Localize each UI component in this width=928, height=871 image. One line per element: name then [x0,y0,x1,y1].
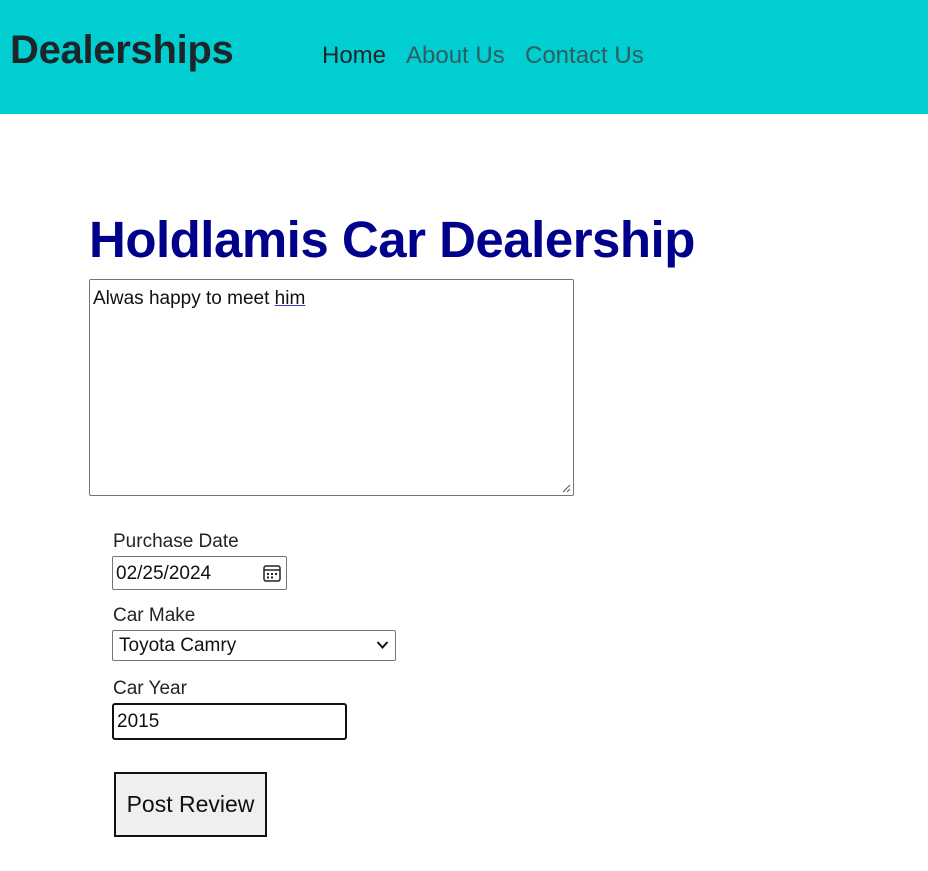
car-make-selected-value: Toyota Camry [119,635,237,656]
nav-link-about-us[interactable]: About Us [406,40,505,72]
car-year-input[interactable]: 2015 [112,703,347,740]
car-make-select[interactable]: Toyota Camry [112,630,396,661]
dealer-name-heading: Holdlamis Car Dealership [89,211,695,268]
brand-title[interactable]: Dealerships [10,24,234,76]
car-year-value: 2015 [117,711,160,732]
chevron-down-icon [376,641,389,649]
purchase-date-value: 02/25/2024 [116,563,212,584]
car-make-label: Car Make [113,605,196,626]
calendar-icon[interactable] [262,563,282,583]
review-text-underlined-word: him [274,288,306,309]
review-textarea[interactable]: Alwas happy to meet him [89,279,574,496]
resize-grip-icon[interactable] [561,483,571,493]
car-year-label: Car Year [113,678,187,699]
review-text: Alwas happy to meet him [93,288,305,309]
purchase-date-input[interactable]: 02/25/2024 [112,556,287,590]
top-navbar: Dealerships Home About Us Contact Us [0,0,928,114]
purchase-date-label: Purchase Date [113,531,239,552]
nav-link-contact-us[interactable]: Contact Us [525,40,644,72]
review-text-main: Alwas happy to meet [93,288,275,309]
nav-link-home[interactable]: Home [322,40,386,72]
post-review-button[interactable]: Post Review [114,772,267,837]
